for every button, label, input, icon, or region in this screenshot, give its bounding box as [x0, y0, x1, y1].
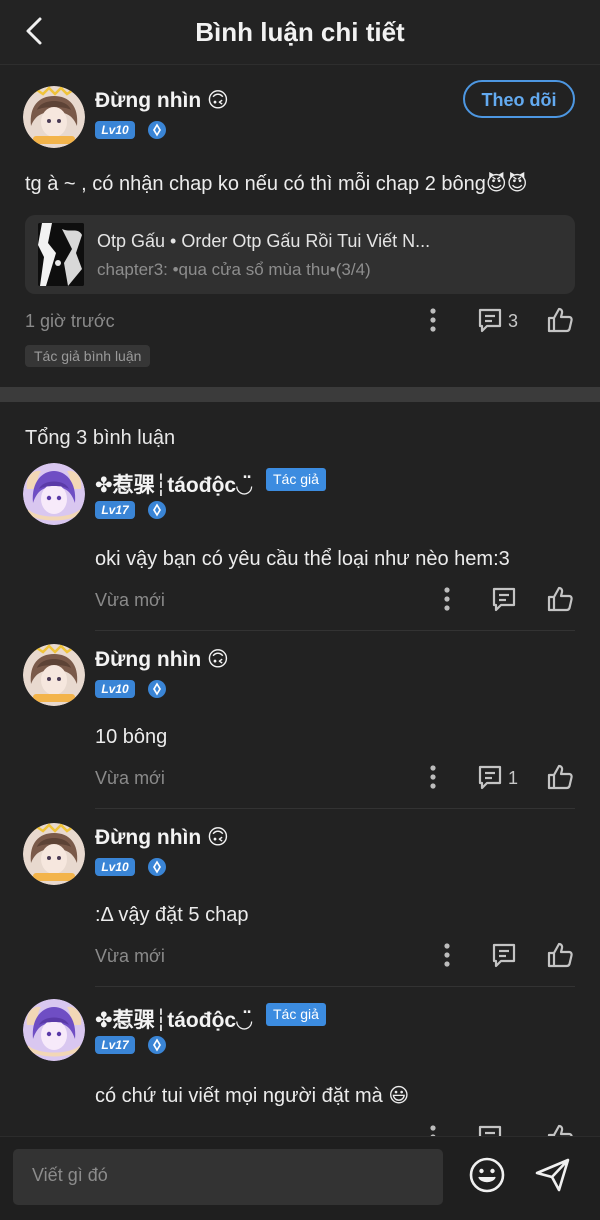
page-title: Bình luận chi tiết [195, 17, 405, 47]
send-icon[interactable] [533, 1156, 573, 1194]
reply-text: oki vậy bạn có yêu cầu thể loại như nèo … [95, 548, 510, 570]
reply-username[interactable]: Đừng nhìn 🙃 [95, 647, 229, 672]
section-divider [0, 387, 600, 402]
comment-icon[interactable] [489, 584, 519, 614]
comment-input-placeholder: Viết gì đó [32, 1165, 108, 1185]
follow-button[interactable]: Theo dõi [463, 80, 575, 118]
comment-input[interactable]: Viết gì đó [13, 1149, 443, 1205]
avatar[interactable] [23, 644, 85, 706]
more-icon[interactable] [418, 762, 448, 792]
level-badge: Lv17 [95, 501, 135, 519]
reply-text: 10 bông [95, 726, 168, 748]
reply-time: Vừa mới [95, 946, 165, 966]
level-icon [147, 857, 167, 877]
more-icon[interactable] [432, 584, 462, 614]
story-chapter: chapter3: •qua cửa sổ mùa thu•(3/4) [97, 260, 371, 279]
like-icon[interactable] [545, 305, 575, 335]
comment-time: 1 giờ trước [25, 311, 115, 331]
divider [95, 986, 575, 987]
story-thumbnail [38, 223, 84, 286]
author-badge: Tác giả [266, 1003, 326, 1026]
reply-text: :Δ vậy đặt 5 chap [95, 904, 249, 926]
reply-username[interactable]: ✤惹骒┆táođộc◡̈ [95, 1004, 252, 1034]
reply-time: Vừa mới [95, 590, 165, 610]
level-badge: Lv17 [95, 1036, 135, 1054]
level-icon [147, 1035, 167, 1055]
avatar[interactable] [23, 86, 85, 148]
reply-time: Vừa mới [95, 768, 165, 788]
top-bar: Bình luận chi tiết [0, 0, 600, 65]
reply-username[interactable]: ✤惹骒┆táođộc◡̈ [95, 469, 252, 499]
emoji-icon[interactable] [468, 1156, 506, 1194]
reply-username[interactable]: Đừng nhìn 🙃 [95, 825, 229, 850]
author-comment-tag: Tác giả bình luận [25, 345, 151, 367]
replies-total: Tổng 3 bình luận [25, 427, 176, 449]
avatar[interactable] [23, 823, 85, 885]
comment-icon[interactable] [489, 940, 519, 970]
story-title: Otp Gấu • Order Otp Gấu Rồi Tui Viết N..… [97, 231, 431, 251]
like-icon[interactable] [545, 762, 575, 792]
level-badge: Lv10 [95, 680, 135, 698]
divider [95, 630, 575, 631]
comment-icon[interactable] [475, 305, 505, 335]
avatar[interactable] [23, 463, 85, 525]
level-icon [147, 679, 167, 699]
more-icon[interactable] [418, 305, 448, 335]
comment-username[interactable]: Đừng nhìn 🙃 [95, 88, 229, 113]
divider [95, 808, 575, 809]
like-icon[interactable] [545, 584, 575, 614]
level-badge: Lv10 [95, 858, 135, 876]
author-badge: Tác giả [266, 468, 326, 491]
story-card[interactable]: Otp Gấu • Order Otp Gấu Rồi Tui Viết N..… [25, 215, 575, 294]
avatar[interactable] [23, 999, 85, 1061]
comment-text: tg à ~ , có nhận chap ko nếu có thì mỗi … [25, 173, 528, 195]
level-icon [147, 500, 167, 520]
reply-count: 3 [508, 311, 519, 331]
comment-icon[interactable] [475, 762, 505, 792]
reply-count: 1 [508, 768, 519, 788]
reply-text: có chứ tui viết mọi người đặt mà 😃 [95, 1085, 410, 1107]
more-icon[interactable] [432, 940, 462, 970]
like-icon[interactable] [545, 940, 575, 970]
level-badge: Lv10 [95, 121, 135, 139]
level-icon [147, 120, 167, 140]
